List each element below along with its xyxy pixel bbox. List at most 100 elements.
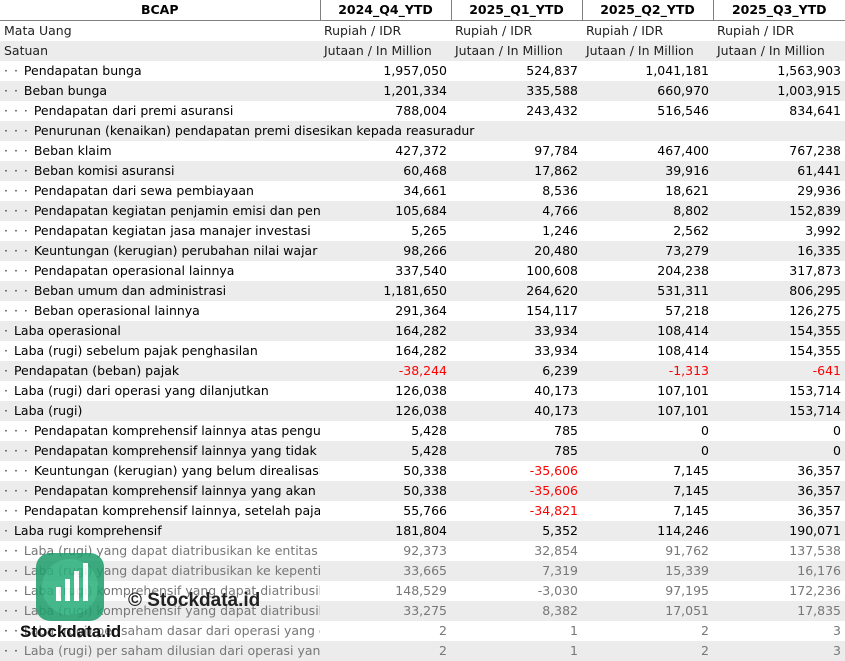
value-cell: 1,041,181	[582, 61, 713, 81]
value-cell: 190,071	[713, 521, 845, 541]
value-cell: 291,364	[320, 301, 451, 321]
row-label-text: Laba (rugi) dari operasi yang dilanjutka…	[13, 383, 269, 398]
value-cell: 0	[582, 421, 713, 441]
row-label: · · Pendapatan bunga	[0, 61, 320, 81]
indent-dots: · ·	[4, 83, 24, 98]
row-label-text: Pendapatan bunga	[23, 63, 142, 78]
value-cell: 100,608	[451, 261, 582, 281]
table-row: · · Laba (rugi) komprehensif yang dapat …	[0, 601, 845, 621]
row-label: · Laba operasional	[0, 321, 320, 341]
indent-dots: ·	[4, 383, 14, 398]
value-cell: 36,357	[713, 481, 845, 501]
value-cell: 337,540	[320, 261, 451, 281]
value-cell: 785	[451, 441, 582, 461]
indent-dots: · ·	[4, 603, 24, 618]
indent-dots: · · ·	[4, 263, 34, 278]
value-cell: 834,641	[713, 101, 845, 121]
table-row: · · · Pendapatan dari sewa pembiayaan 34,…	[0, 181, 845, 201]
indent-dots: · · ·	[4, 103, 34, 118]
value-cell: 8,382	[451, 601, 582, 621]
value-cell: 3	[713, 641, 845, 661]
value-cell: 153,714	[713, 381, 845, 401]
value-cell: 7,145	[582, 501, 713, 521]
indent-dots: · · ·	[4, 163, 34, 178]
row-label: · · · Pendapatan komprehensif lainnya ya…	[0, 441, 320, 461]
value-cell: 33,934	[451, 321, 582, 341]
value-cell: 2	[320, 641, 451, 661]
table-row: · Laba (rugi) 126,038 40,173 107,101 153,714	[0, 401, 845, 421]
value-cell: 427,372	[320, 141, 451, 161]
value-cell: 33,934	[451, 341, 582, 361]
value-cell: 7,319	[451, 561, 582, 581]
value-cell: 91,762	[582, 541, 713, 561]
value-cell: 1,003,915	[713, 81, 845, 101]
meta-value: Jutaan / In Million	[320, 41, 451, 61]
indent-dots: · · ·	[4, 463, 34, 478]
table-row: · · Beban bunga 1,201,334 335,588 660,970 1,…	[0, 81, 845, 101]
value-cell: 181,804	[320, 521, 451, 541]
row-label: · · Laba (rugi) per saham dilusian dari …	[0, 641, 320, 661]
value-cell: -35,606	[451, 461, 582, 481]
value-cell: 32,854	[451, 541, 582, 561]
table-row: · Pendapatan (beban) pajak -38,244 6,239 -1…	[0, 361, 845, 381]
table-row: · · · Beban komisi asuransi 60,468 17,862 3…	[0, 161, 845, 181]
table-row: · · · Pendapatan komprehensif lainnya at…	[0, 421, 845, 441]
indent-dots: · ·	[4, 583, 24, 598]
value-cell: 1,201,334	[320, 81, 451, 101]
period-header: 2025_Q2_YTD	[582, 0, 714, 21]
value-cell: 97,784	[451, 141, 582, 161]
indent-dots: ·	[4, 323, 14, 338]
indent-dots: · · ·	[4, 283, 34, 298]
row-label: · · · Pendapatan dari premi asuransi	[0, 101, 320, 121]
table-row: · Laba (rugi) dari operasi yang dilanjut…	[0, 381, 845, 401]
value-cell: 29,936	[713, 181, 845, 201]
indent-dots: · · ·	[4, 303, 34, 318]
value-cell: 50,338	[320, 461, 451, 481]
row-label: · · Beban bunga	[0, 81, 320, 101]
value-cell: 788,004	[320, 101, 451, 121]
value-cell: 20,480	[451, 241, 582, 261]
row-label-text: Laba rugi komprehensif	[13, 523, 162, 538]
meta-value: Jutaan / In Million	[582, 41, 713, 61]
row-label: · · · Keuntungan (kerugian) yang belum d…	[0, 461, 320, 481]
value-cell: 264,620	[451, 281, 582, 301]
row-label: · · · Beban operasional lainnya	[0, 301, 320, 321]
value-cell: 3	[713, 621, 845, 641]
value-cell: 8,802	[582, 201, 713, 221]
value-cell: 107,101	[582, 401, 713, 421]
value-cell: 467,400	[582, 141, 713, 161]
value-cell: 1,181,650	[320, 281, 451, 301]
value-cell: 126,275	[713, 301, 845, 321]
meta-row: Satuan Jutaan / In Million Jutaan / In Mil…	[0, 41, 845, 61]
value-cell: 785	[451, 421, 582, 441]
indent-dots: · · ·	[4, 203, 34, 218]
row-label-text: Pendapatan kegiatan penjamin emisi dan p…	[33, 203, 320, 218]
row-label-text: Beban klaim	[33, 143, 112, 158]
meta-value: Jutaan / In Million	[713, 41, 845, 61]
value-cell: 1	[451, 641, 582, 661]
value-cell: 172,236	[713, 581, 845, 601]
value-cell: 1	[451, 621, 582, 641]
row-label-text: Laba (rugi) sebelum pajak penghasilan	[13, 343, 258, 358]
row-label-text: Pendapatan (beban) pajak	[13, 363, 180, 378]
table-row: · · Laba (rugi) yang dapat diatribusikan…	[0, 541, 845, 561]
row-label: · · · Beban klaim	[0, 141, 320, 161]
table-row: · · · Keuntungan (kerugian) perubahan ni…	[0, 241, 845, 261]
value-cell: 7,145	[582, 461, 713, 481]
table-row: · · · Keuntungan (kerugian) yang belum d…	[0, 461, 845, 481]
value-cell: 34,661	[320, 181, 451, 201]
value-cell: 33,275	[320, 601, 451, 621]
row-label: · · · Beban umum dan administrasi	[0, 281, 320, 301]
value-cell: 40,173	[451, 381, 582, 401]
value-cell: 73,279	[582, 241, 713, 261]
value-cell: -1,313	[582, 361, 713, 381]
value-cell: 16,335	[713, 241, 845, 261]
financial-table: BCAP 2024_Q4_YTD 2025_Q1_YTD 2025_Q2_YTD…	[0, 0, 845, 661]
period-header: 2024_Q4_YTD	[320, 0, 452, 21]
value-cell: 126,038	[320, 401, 451, 421]
indent-dots: · · ·	[4, 123, 34, 138]
value-cell: 137,538	[713, 541, 845, 561]
table-row: · · Laba (rugi) komprehensif yang dapat …	[0, 581, 845, 601]
row-label-text: Beban komisi asuransi	[33, 163, 175, 178]
watermark-brand: Stockdata.id	[20, 622, 122, 641]
